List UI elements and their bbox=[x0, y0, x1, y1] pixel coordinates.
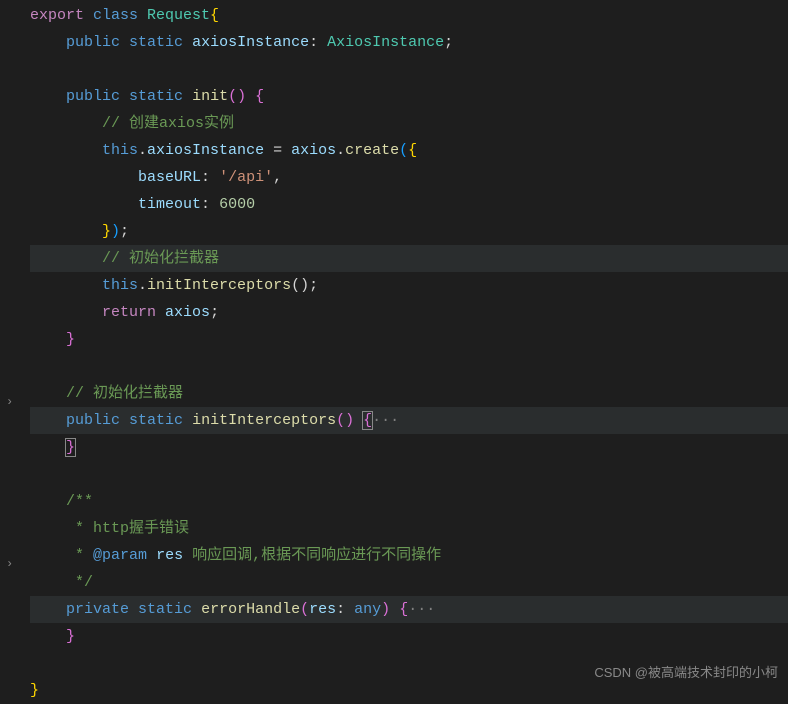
code-line-folded: private static errorHandle(res: any) {··… bbox=[30, 596, 788, 623]
code-line: * http握手错误 bbox=[30, 515, 788, 542]
fold-chevron-icon[interactable]: › bbox=[6, 554, 13, 576]
code-line: } bbox=[30, 623, 788, 650]
code-line: }); bbox=[30, 218, 788, 245]
code-line: */ bbox=[30, 569, 788, 596]
code-line: timeout: 6000 bbox=[30, 191, 788, 218]
code-line: this.axiosInstance = axios.create({ bbox=[30, 137, 788, 164]
code-line bbox=[30, 56, 788, 83]
watermark-text: CSDN @被高端技术封印的小柯 bbox=[594, 661, 778, 684]
fold-chevron-icon[interactable]: › bbox=[6, 392, 13, 414]
code-editor[interactable]: › › export class Request{ public static … bbox=[0, 0, 788, 704]
code-line: public static init() { bbox=[30, 83, 788, 110]
code-line: public static axiosInstance: AxiosInstan… bbox=[30, 29, 788, 56]
code-line: baseURL: '/api', bbox=[30, 164, 788, 191]
code-line: export class Request{ bbox=[30, 2, 788, 29]
code-line: return axios; bbox=[30, 299, 788, 326]
gutter: › › bbox=[0, 0, 24, 704]
code-line: } bbox=[30, 326, 788, 353]
code-line bbox=[30, 353, 788, 380]
code-line: * @param res 响应回调,根据不同响应进行不同操作 bbox=[30, 542, 788, 569]
code-line: // 创建axios实例 bbox=[30, 110, 788, 137]
code-line-active: // 初始化拦截器 bbox=[30, 245, 788, 272]
code-line: // 初始化拦截器 bbox=[30, 380, 788, 407]
code-line: /** bbox=[30, 488, 788, 515]
code-line bbox=[30, 461, 788, 488]
code-line: this.initInterceptors(); bbox=[30, 272, 788, 299]
code-line-folded: public static initInterceptors() {··· bbox=[30, 407, 788, 434]
code-line: } bbox=[30, 434, 788, 461]
